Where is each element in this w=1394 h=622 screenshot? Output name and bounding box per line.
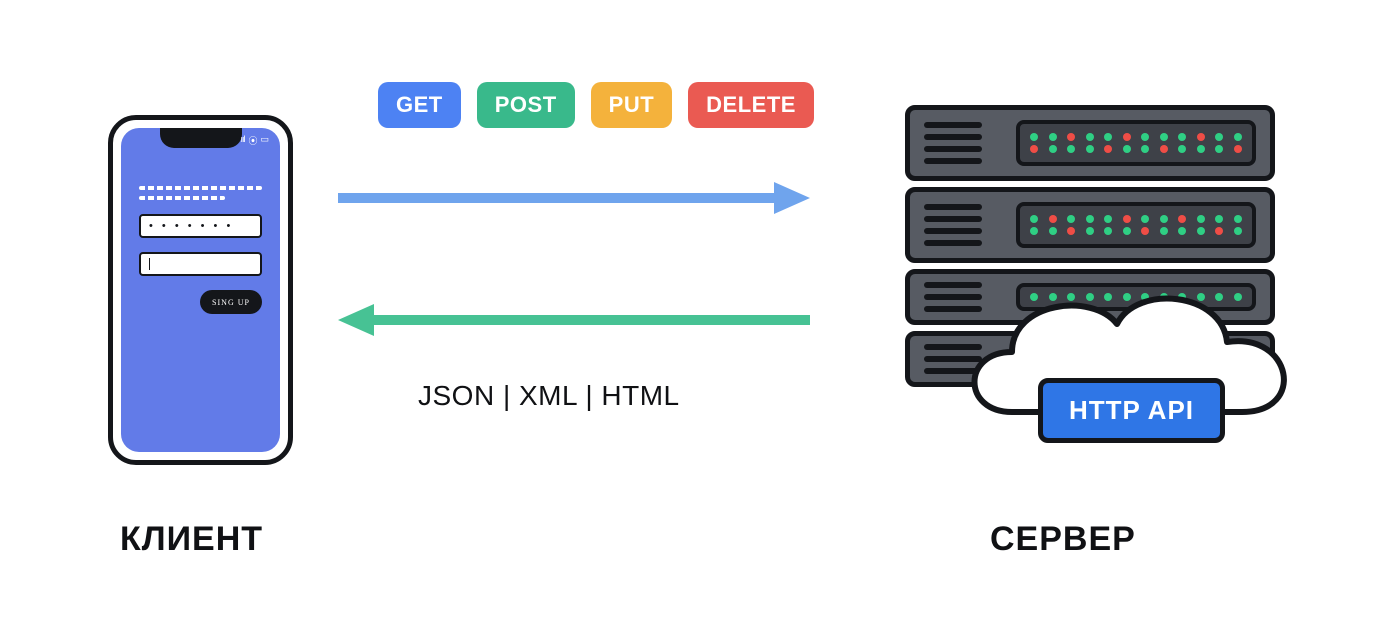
phone-screen: ııl ⦿ ▭ • • • • • • • SING UP: [121, 128, 280, 452]
response-arrow: [338, 300, 810, 340]
rack-vents: [924, 204, 982, 246]
method-delete-badge: DELETE: [688, 82, 814, 128]
http-api-label: HTTP API: [1069, 395, 1194, 425]
led-row: [1030, 227, 1242, 235]
led-row: [1030, 145, 1242, 153]
text-field[interactable]: [139, 252, 262, 276]
arrow-left-icon: [338, 300, 810, 340]
diagram-stage: ııl ⦿ ▭ • • • • • • • SING UP КЛИЕ: [0, 0, 1394, 622]
password-value: • • • • • • •: [149, 220, 233, 232]
response-formats: JSON | XML | HTML: [418, 380, 680, 412]
method-post-label: POST: [495, 92, 557, 117]
method-post-badge: POST: [477, 82, 575, 128]
form-title-line: [139, 186, 262, 190]
client-phone: ııl ⦿ ▭ • • • • • • • SING UP: [108, 115, 293, 465]
phone-body: ııl ⦿ ▭ • • • • • • • SING UP: [108, 115, 293, 465]
password-field[interactable]: • • • • • • •: [139, 214, 262, 238]
method-delete-label: DELETE: [706, 92, 796, 117]
cloud-api: HTTP API: [942, 262, 1312, 472]
signal-icon: ııl: [240, 134, 244, 147]
signup-button[interactable]: SING UP: [200, 290, 262, 314]
http-api-badge: HTTP API: [1038, 378, 1225, 443]
server-rack-1: [905, 105, 1275, 181]
led-row: [1030, 215, 1242, 223]
server-rack-2: [905, 187, 1275, 263]
phone-notch: [160, 128, 242, 148]
login-form: • • • • • • • SING UP: [139, 186, 262, 314]
method-put-badge: PUT: [591, 82, 673, 128]
form-subtitle-line: [139, 196, 225, 200]
http-methods: GET POST PUT DELETE: [378, 82, 814, 128]
method-get-label: GET: [396, 92, 443, 117]
battery-icon: ▭: [260, 134, 268, 147]
arrow-right-icon: [338, 178, 810, 218]
method-put-label: PUT: [609, 92, 655, 117]
rack-vents: [924, 122, 982, 164]
client-label: КЛИЕНТ: [120, 520, 263, 559]
rack-leds: [1016, 120, 1256, 166]
request-arrow: [338, 178, 810, 218]
phone-status-bar: ııl ⦿ ▭: [240, 134, 268, 147]
rack-leds: [1016, 202, 1256, 248]
signup-label: SING UP: [212, 298, 250, 307]
method-get-badge: GET: [378, 82, 461, 128]
server-label: СЕРВЕР: [990, 520, 1136, 559]
led-row: [1030, 133, 1242, 141]
wifi-icon: ⦿: [248, 134, 256, 147]
